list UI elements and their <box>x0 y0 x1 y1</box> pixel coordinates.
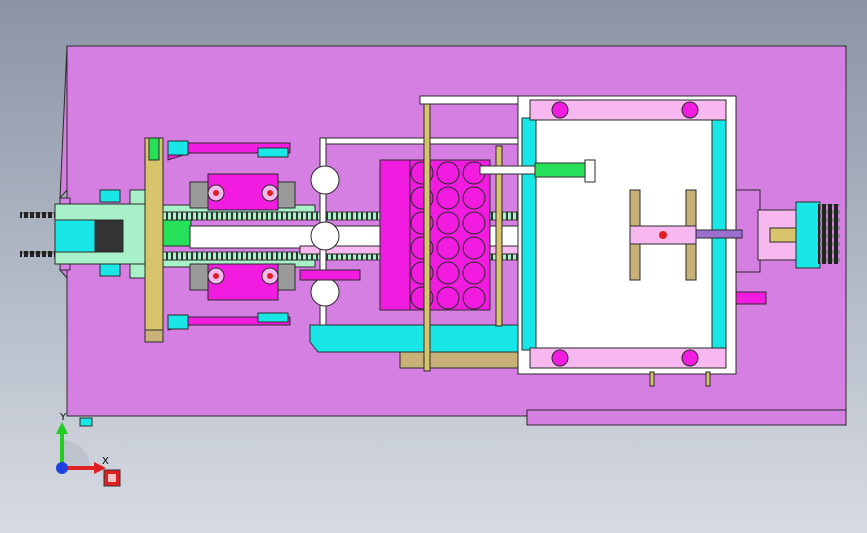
right-lower-magenta-rail <box>735 291 767 305</box>
upper-wheel-left-hub <box>213 190 219 196</box>
lower-wheel-left-hub <box>213 273 219 279</box>
frame-bearing-bl <box>551 349 569 367</box>
bottom-arm-cyan-end <box>167 314 189 330</box>
cad-viewport[interactable]: Y X <box>0 0 867 533</box>
middle-frame-top-bar <box>319 137 521 145</box>
roller-bottom <box>310 277 340 307</box>
bottom-khaki-block <box>399 351 519 369</box>
assembly-top-view: Y X <box>0 0 867 533</box>
frame-bearing-tr <box>681 101 699 119</box>
view-cube-icon[interactable] <box>103 469 121 487</box>
left-small-mint-top <box>129 189 147 205</box>
base-plate-step <box>526 409 847 426</box>
top-slide-beam <box>419 95 531 105</box>
roller-middle <box>310 221 340 251</box>
triad-y-label: Y <box>59 412 67 423</box>
triad-x-label: X <box>102 456 109 467</box>
right-frame-cyan-left <box>521 117 537 351</box>
cup-grid <box>409 159 491 311</box>
green-piston <box>534 162 588 178</box>
upper-wheel-right-hub <box>267 190 273 196</box>
left-post-green-block <box>162 219 192 247</box>
h-clamp-center <box>659 231 667 239</box>
left-post-cap-bottom <box>144 329 164 343</box>
small-cyan-marker <box>79 417 93 427</box>
right-motor-cyan <box>795 201 821 269</box>
bottom-arm-cyan-tip <box>257 312 289 323</box>
frame-post-right <box>705 371 711 387</box>
left-motor-dark-block <box>94 219 124 253</box>
top-arm-cyan-end <box>167 140 189 156</box>
h-clamp-rod <box>695 229 743 239</box>
left-flange-top <box>99 189 121 203</box>
frame-bearing-tl <box>551 101 569 119</box>
left-small-mint-bottom <box>129 263 147 279</box>
cup-grid-left <box>379 159 411 311</box>
top-arm-cyan-tip <box>257 147 289 158</box>
left-lower-magenta-rail <box>299 269 361 281</box>
left-flange-bottom <box>99 263 121 277</box>
roller-top <box>310 165 340 195</box>
left-vertical-post <box>144 137 164 343</box>
left-post-cap-top <box>148 137 160 161</box>
frame-post-left <box>649 371 655 387</box>
guide-rod-left <box>423 95 431 372</box>
lower-wheel-right-hub <box>267 273 273 279</box>
left-motor-cyan-face <box>54 219 96 253</box>
piston-end <box>584 159 596 183</box>
right-chain <box>818 204 840 264</box>
frame-bearing-br <box>681 349 699 367</box>
triad-z-axis <box>56 462 68 474</box>
bottom-cyan-tray <box>309 324 521 353</box>
piston-rod <box>479 165 536 175</box>
